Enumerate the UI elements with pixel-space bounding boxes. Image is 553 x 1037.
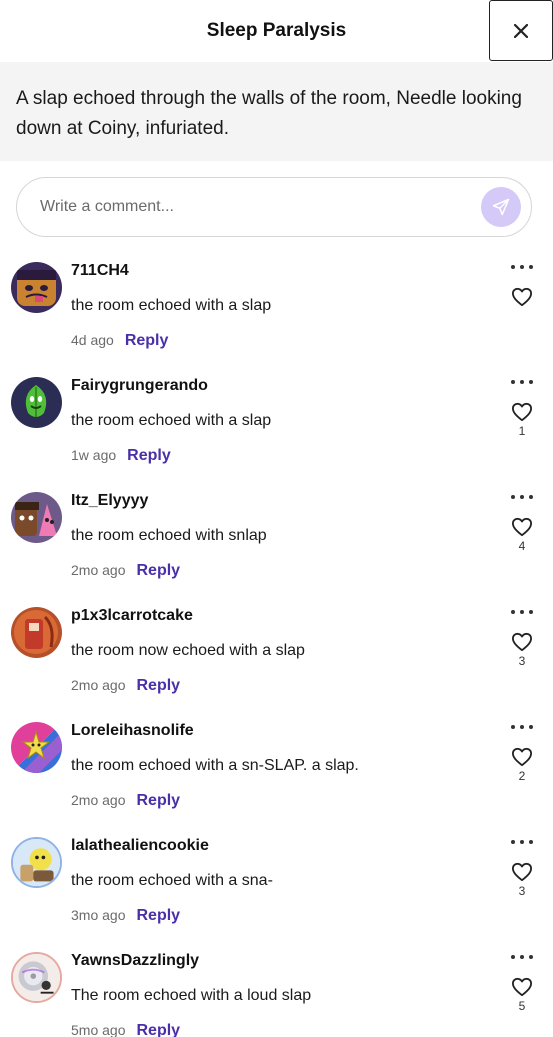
comment-username[interactable]: Loreleihasnolife	[71, 722, 194, 740]
avatar[interactable]	[11, 722, 62, 773]
reply-button[interactable]: Reply	[136, 677, 180, 695]
like-button[interactable]: 5	[511, 977, 533, 1013]
reply-button[interactable]: Reply	[125, 332, 169, 350]
comment-list: 711CH4 the room echoed with a slap 4d ag…	[0, 257, 553, 1037]
quoted-passage: A slap echoed through the walls of the r…	[0, 62, 553, 161]
avatar[interactable]	[11, 607, 62, 658]
like-button[interactable]	[511, 287, 533, 323]
more-icon[interactable]	[511, 836, 533, 848]
comment-username[interactable]: YawnsDazzlingly	[71, 952, 199, 970]
modal-header: Sleep Paralysis	[0, 0, 553, 62]
avatar[interactable]	[11, 837, 62, 888]
comment-input[interactable]	[38, 197, 481, 217]
comment-text: The room echoed with a loud slap	[71, 987, 312, 1004]
reply-button[interactable]: Reply	[136, 1022, 180, 1037]
page-title: Sleep Paralysis	[206, 20, 347, 41]
send-button[interactable]	[481, 187, 521, 227]
comment-meta: 2mo ago Reply	[71, 677, 180, 695]
comment-item: p1x3lcarrotcake the room now echoed with…	[0, 602, 553, 717]
comment-item: YawnsDazzlingly The room echoed with a l…	[0, 947, 553, 1037]
comment-time: 1w ago	[71, 447, 117, 463]
comment-username[interactable]: lalathealiencookie	[71, 837, 209, 855]
comment-meta: 1w ago Reply	[71, 447, 171, 465]
comment-text: the room echoed with a sn-SLAP. a slap.	[71, 757, 359, 774]
comment-meta: 2mo ago Reply	[71, 562, 180, 580]
comment-time: 2mo ago	[71, 677, 126, 693]
more-icon[interactable]	[511, 376, 533, 388]
heart-icon	[511, 632, 532, 652]
heart-icon	[511, 747, 532, 767]
reply-button[interactable]: Reply	[136, 792, 180, 810]
close-button[interactable]	[489, 0, 553, 61]
comment-box	[16, 177, 532, 237]
comment-username[interactable]: Itz_Elyyyy	[71, 492, 148, 510]
more-icon[interactable]	[511, 721, 533, 733]
comment-username[interactable]: Fairygrungerando	[71, 377, 208, 395]
like-count: 4	[518, 539, 526, 553]
like-button[interactable]: 2	[511, 747, 533, 783]
comment-meta: 5mo ago Reply	[71, 1022, 180, 1037]
like-button[interactable]: 3	[511, 862, 533, 898]
avatar[interactable]	[11, 377, 62, 428]
like-count: 3	[518, 884, 526, 898]
like-count: 2	[518, 769, 526, 783]
reply-button[interactable]: Reply	[127, 447, 171, 465]
comment-item: 711CH4 the room echoed with a slap 4d ag…	[0, 257, 553, 372]
comment-meta: 3mo ago Reply	[71, 907, 180, 925]
comment-text: the room echoed with snlap	[71, 527, 267, 544]
heart-icon	[511, 517, 532, 537]
avatar[interactable]	[11, 262, 62, 313]
comment-text: the room echoed with a slap	[71, 297, 272, 314]
comment-time: 2mo ago	[71, 792, 126, 808]
comment-time: 5mo ago	[71, 1022, 126, 1037]
like-button[interactable]: 3	[511, 632, 533, 668]
comment-meta: 4d ago Reply	[71, 332, 168, 350]
comment-meta: 2mo ago Reply	[71, 792, 180, 810]
comment-text: the room now echoed with a slap	[71, 642, 305, 659]
comment-username[interactable]: p1x3lcarrotcake	[71, 607, 193, 625]
heart-icon	[511, 862, 532, 882]
reply-button[interactable]: Reply	[136, 562, 180, 580]
send-icon	[492, 198, 510, 216]
like-button[interactable]: 1	[511, 402, 533, 438]
more-icon[interactable]	[511, 261, 533, 273]
close-icon	[514, 23, 528, 38]
comment-time: 4d ago	[71, 332, 114, 348]
like-button[interactable]: 4	[511, 517, 533, 553]
heart-icon	[511, 402, 532, 422]
heart-icon	[511, 977, 532, 997]
reply-button[interactable]: Reply	[136, 907, 180, 925]
more-icon[interactable]	[511, 951, 533, 963]
comment-item: lalathealiencookie the room echoed with …	[0, 832, 553, 947]
comment-time: 2mo ago	[71, 562, 126, 578]
comment-text: the room echoed with a slap	[71, 412, 272, 429]
comment-item: Loreleihasnolife the room echoed with a …	[0, 717, 553, 832]
comment-text: the room echoed with a sna-	[71, 872, 273, 889]
comment-item: Itz_Elyyyy the room echoed with snlap 2m…	[0, 487, 553, 602]
comment-time: 3mo ago	[71, 907, 126, 923]
like-count: 5	[518, 999, 526, 1013]
avatar[interactable]	[11, 952, 62, 1003]
like-count: 1	[518, 424, 526, 438]
more-icon[interactable]	[511, 606, 533, 618]
like-count: 3	[518, 654, 526, 668]
more-icon[interactable]	[511, 491, 533, 503]
avatar[interactable]	[11, 492, 62, 543]
comment-item: Fairygrungerando the room echoed with a …	[0, 372, 553, 487]
comment-username[interactable]: 711CH4	[71, 262, 129, 280]
heart-icon	[511, 287, 532, 307]
